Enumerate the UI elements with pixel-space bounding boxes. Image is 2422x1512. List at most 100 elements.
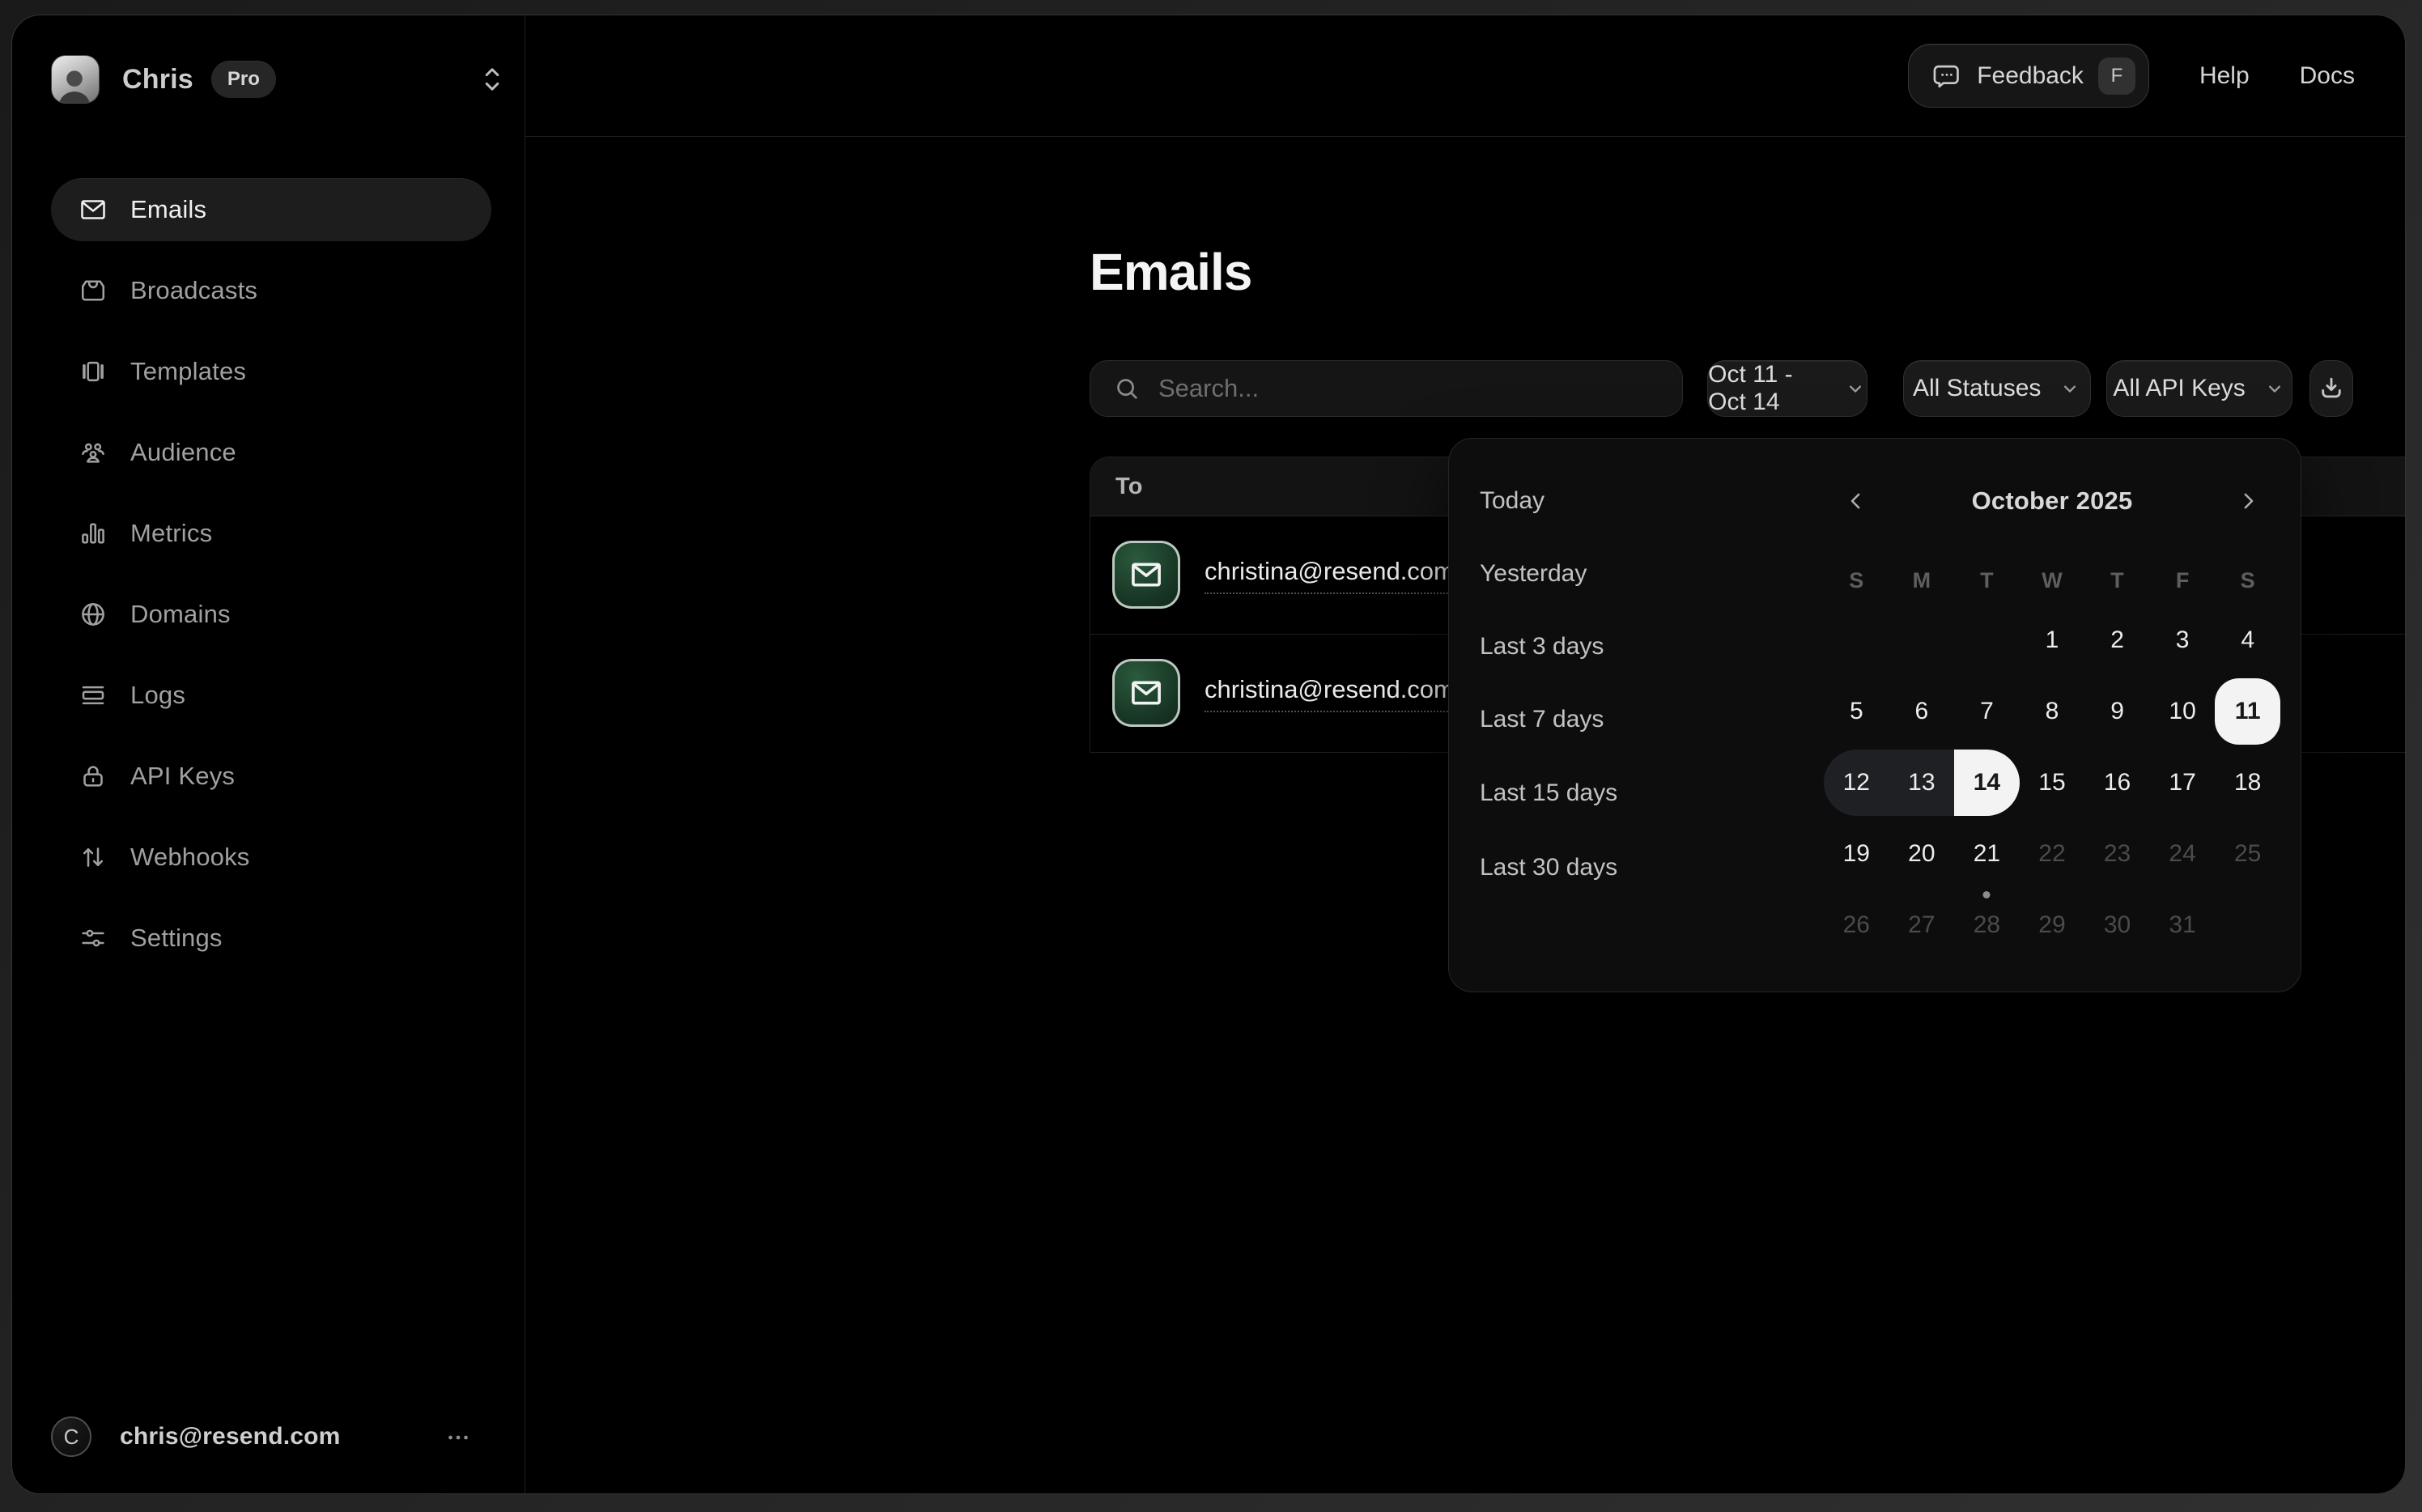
workspace-switcher[interactable]: Chris Pro xyxy=(51,54,488,104)
calendar-day[interactable]: 15 xyxy=(2020,750,2085,816)
sidebar-item-label: Domains xyxy=(130,600,231,629)
account-row: C chris@resend.com xyxy=(51,1416,488,1458)
sidebar-item-domains[interactable]: Domains xyxy=(51,583,491,646)
calendar-day[interactable]: 17 xyxy=(2150,750,2216,816)
calendar-nav: October 2025 xyxy=(1824,478,2280,525)
calendar-day[interactable]: 18 xyxy=(2215,750,2280,816)
sidebar-item-label: Webhooks xyxy=(130,843,250,872)
weekday-label: S xyxy=(1824,564,1889,597)
preset-yesterday[interactable]: Yesterday xyxy=(1480,556,1587,592)
calendar-empty-cell xyxy=(1824,607,1889,673)
preset-last-7-days[interactable]: Last 7 days xyxy=(1480,702,1604,737)
templates-icon xyxy=(79,357,108,386)
preset-today[interactable]: Today xyxy=(1480,483,1545,519)
sidebar-item-webhooks[interactable]: Webhooks xyxy=(51,826,491,889)
help-link[interactable]: Help xyxy=(2199,62,2250,90)
inbox-icon xyxy=(79,276,108,305)
calendar-day[interactable]: 1 xyxy=(2020,607,2085,673)
sidebar-item-label: Audience xyxy=(130,438,236,467)
download-icon xyxy=(2316,373,2347,404)
calendar-day[interactable]: 21 xyxy=(1954,821,2020,887)
date-range-value: Oct 11 - Oct 14 xyxy=(1708,361,1826,416)
calendar-day[interactable]: 9 xyxy=(2084,678,2150,745)
status-filter-value: All Statuses xyxy=(1913,375,2041,402)
search-box[interactable] xyxy=(1090,360,1683,417)
calendar-day[interactable]: 5 xyxy=(1824,678,1889,745)
feedback-shortcut-badge: F xyxy=(2098,57,2135,95)
account-avatar: C xyxy=(51,1416,91,1457)
calendar-day: 22 xyxy=(2020,821,2085,887)
calendar-day: 24 xyxy=(2150,821,2216,887)
prev-month-icon[interactable] xyxy=(1824,478,1889,525)
export-button[interactable] xyxy=(2309,360,2353,417)
calendar-empty-cell xyxy=(2215,892,2280,958)
email-avatar xyxy=(1112,541,1180,609)
calendar-day[interactable]: 11 xyxy=(2215,678,2280,745)
preset-last-3-days[interactable]: Last 3 days xyxy=(1480,629,1604,665)
calendar-month-label: October 2025 xyxy=(1889,486,2216,516)
column-header-to: To xyxy=(1115,457,1143,516)
sliders-icon xyxy=(79,924,108,953)
next-month-icon[interactable] xyxy=(2216,478,2280,525)
account-email: chris@resend.com xyxy=(120,1423,341,1450)
sidebar-item-api-keys[interactable]: API Keys xyxy=(51,745,491,808)
calendar-day: 31 xyxy=(2150,892,2216,958)
recipient-email[interactable]: christina@resend.com xyxy=(1205,675,1455,712)
sidebar-item-logs[interactable]: Logs xyxy=(51,664,491,727)
chevron-up-down-icon[interactable] xyxy=(478,64,506,95)
api-key-filter[interactable]: All API Keys xyxy=(2106,360,2292,417)
api-key-filter-value: All API Keys xyxy=(2113,375,2245,402)
calendar-day[interactable]: 19 xyxy=(1824,821,1889,887)
weekday-label: S xyxy=(2215,564,2280,597)
search-input[interactable] xyxy=(1157,373,1659,404)
chevron-down-icon xyxy=(2059,377,2081,400)
calendar-empty-cell xyxy=(1889,607,1955,673)
sidebar-item-label: Metrics xyxy=(130,519,212,548)
weekday-label: T xyxy=(1954,564,2020,597)
chat-bubble-icon xyxy=(1931,61,1962,91)
calendar-day[interactable]: 16 xyxy=(2084,750,2150,816)
calendar-day[interactable]: 8 xyxy=(2020,678,2085,745)
mail-icon xyxy=(79,195,108,224)
email-avatar xyxy=(1112,659,1180,727)
sidebar-item-label: Templates xyxy=(130,357,246,386)
account-menu-icon[interactable] xyxy=(443,1422,474,1453)
calendar-day[interactable]: 14 xyxy=(1954,750,2020,816)
recipient-email[interactable]: christina@resend.com xyxy=(1205,557,1455,594)
app-window: Chris Pro Emails xyxy=(11,15,2406,1494)
docs-link[interactable]: Docs xyxy=(2300,62,2355,90)
calendar-day[interactable]: 2 xyxy=(2084,607,2150,673)
calendar-day[interactable]: 7 xyxy=(1954,678,2020,745)
preset-last-15-days[interactable]: Last 15 days xyxy=(1480,775,1617,811)
sidebar-item-label: Logs xyxy=(130,681,185,710)
topbar: Feedback F Help Docs xyxy=(525,15,2405,137)
chevron-down-icon xyxy=(1844,377,1867,400)
sidebar-item-emails[interactable]: Emails xyxy=(51,178,491,241)
feedback-button[interactable]: Feedback F xyxy=(1908,44,2149,108)
sidebar-item-audience[interactable]: Audience xyxy=(51,421,491,484)
sidebar-item-metrics[interactable]: Metrics xyxy=(51,502,491,565)
sidebar: Chris Pro Emails xyxy=(12,15,525,1493)
calendar-day[interactable]: 12 xyxy=(1824,750,1889,816)
calendar-day: 26 xyxy=(1824,892,1889,958)
filter-bar: Oct 11 - Oct 14 All Statuses All API Key… xyxy=(1090,360,2353,417)
sidebar-item-broadcasts[interactable]: Broadcasts xyxy=(51,259,491,322)
lock-icon xyxy=(79,762,108,791)
sidebar-item-templates[interactable]: Templates xyxy=(51,340,491,403)
sidebar-item-label: Settings xyxy=(130,924,223,953)
calendar-day[interactable]: 13 xyxy=(1889,750,1955,816)
date-range-filter[interactable]: Oct 11 - Oct 14 xyxy=(1707,360,1867,417)
calendar-day[interactable]: 10 xyxy=(2150,678,2216,745)
desktop-background: Chris Pro Emails xyxy=(0,0,2422,1512)
calendar-day[interactable]: 20 xyxy=(1889,821,1955,887)
sidebar-item-label: Broadcasts xyxy=(130,276,257,305)
preset-last-30-days[interactable]: Last 30 days xyxy=(1480,850,1617,886)
calendar-day[interactable]: 3 xyxy=(2150,607,2216,673)
calendar-day[interactable]: 6 xyxy=(1889,678,1955,745)
status-filter[interactable]: All Statuses xyxy=(1903,360,2091,417)
sidebar-item-label: API Keys xyxy=(130,762,235,791)
sidebar-item-settings[interactable]: Settings xyxy=(51,907,491,970)
chevron-down-icon xyxy=(2263,377,2286,400)
calendar-day[interactable]: 4 xyxy=(2215,607,2280,673)
calendar-empty-cell xyxy=(1954,607,2020,673)
